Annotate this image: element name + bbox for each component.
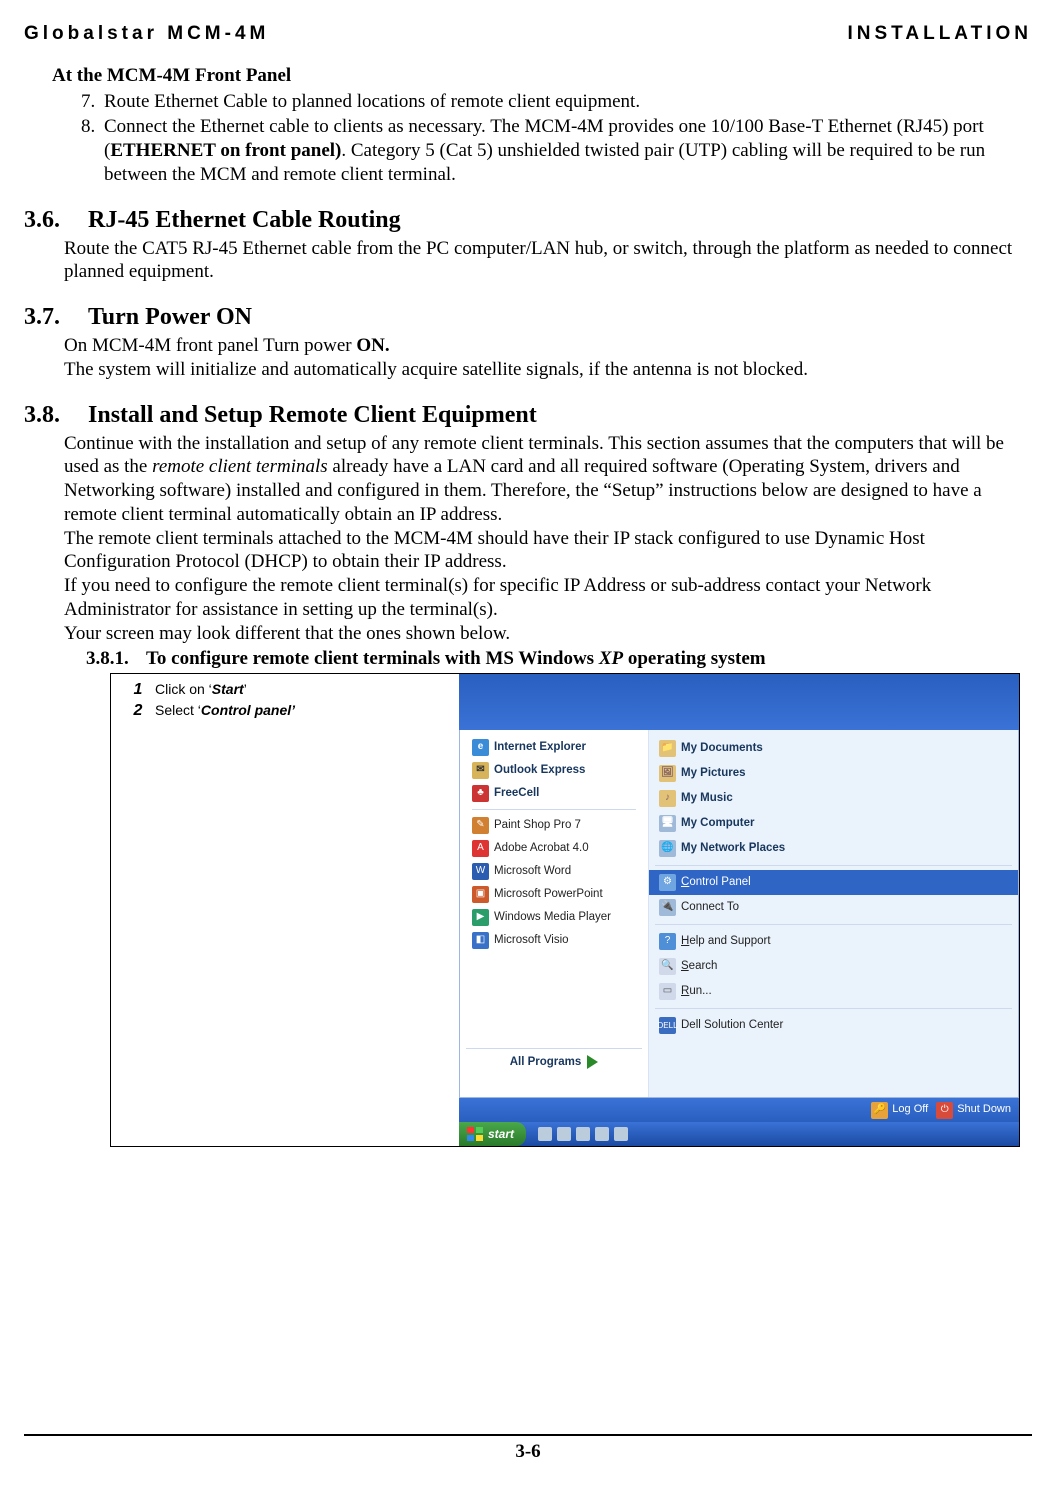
list-item: Connect the Ethernet cable to clients as… xyxy=(100,115,1022,186)
control-panel[interactable]: ⚙Control Panel xyxy=(649,870,1018,895)
step-figure: 1 Click on ‘Start’ 2 Select ‘Control pan… xyxy=(110,673,1020,1147)
app-visio[interactable]: ◧Microsoft Visio xyxy=(466,929,642,952)
word-icon: W xyxy=(472,863,489,880)
my-pictures[interactable]: 🖼My Pictures xyxy=(649,761,1018,786)
app-freecell[interactable]: ♣FreeCell xyxy=(466,782,642,805)
computer-icon: 🖥 xyxy=(659,815,676,832)
run[interactable]: ▭Run... xyxy=(649,979,1018,1004)
control-panel-icon: ⚙ xyxy=(659,874,676,891)
connect-to[interactable]: 🔌Connect To xyxy=(649,895,1018,920)
app-word[interactable]: WMicrosoft Word xyxy=(466,860,642,883)
step-row: 1 Click on ‘Start’ xyxy=(121,680,449,700)
quick-launch xyxy=(538,1127,628,1141)
start-button[interactable]: start xyxy=(459,1122,526,1146)
my-network[interactable]: 🌐My Network Places xyxy=(649,836,1018,861)
help-support[interactable]: ?Help and Support xyxy=(649,929,1018,954)
ie-icon: e xyxy=(472,739,489,756)
app-wmp[interactable]: ▶Windows Media Player xyxy=(466,906,642,929)
outlook-icon: ✉ xyxy=(472,762,489,779)
windows-flag-icon xyxy=(467,1127,483,1141)
section-3-7: 3.7.Turn Power ON xyxy=(24,302,1032,332)
logoff-button[interactable]: 🔑Log Off xyxy=(871,1102,928,1119)
tray-icon[interactable] xyxy=(614,1127,628,1141)
page-number: 3-6 xyxy=(24,1434,1032,1464)
dell-icon: DELL xyxy=(659,1017,676,1034)
section-3-8-body: Continue with the installation and setup… xyxy=(64,432,1022,646)
folder-icon: 📁 xyxy=(659,740,676,757)
pictures-icon: 🖼 xyxy=(659,765,676,782)
app-acrobat[interactable]: AAdobe Acrobat 4.0 xyxy=(466,837,642,860)
tray-icon[interactable] xyxy=(557,1127,571,1141)
network-icon: 🌐 xyxy=(659,840,676,857)
app-powerpoint[interactable]: ▣Microsoft PowerPoint xyxy=(466,883,642,906)
search-icon: 🔍 xyxy=(659,958,676,975)
my-music[interactable]: ♪My Music xyxy=(649,786,1018,811)
tray-icon[interactable] xyxy=(576,1127,590,1141)
front-panel-steps: Route Ethernet Cable to planned location… xyxy=(52,90,1022,187)
app-internet-explorer[interactable]: eInternet Explorer xyxy=(466,736,642,759)
step-row: 2 Select ‘Control panel’ xyxy=(121,701,449,721)
section-3-6: 3.6.RJ-45 Ethernet Cable Routing xyxy=(24,205,1032,235)
search[interactable]: 🔍Search xyxy=(649,954,1018,979)
shutdown-icon: ⏻ xyxy=(936,1102,953,1119)
start-menu-screenshot: eInternet Explorer ✉Outlook Express ♣Fre… xyxy=(459,674,1019,1146)
my-documents[interactable]: 📁My Documents xyxy=(649,736,1018,761)
section-3-6-body: Route the CAT5 RJ-45 Ethernet cable from… xyxy=(64,237,1022,285)
doc-section: INSTALLATION xyxy=(848,22,1033,46)
freecell-icon: ♣ xyxy=(472,785,489,802)
pdf-icon: A xyxy=(472,840,489,857)
connect-icon: 🔌 xyxy=(659,899,676,916)
section-3-7-body: On MCM-4M front panel Turn power ON. The… xyxy=(64,334,1022,382)
app-outlook-express[interactable]: ✉Outlook Express xyxy=(466,759,642,782)
logoff-icon: 🔑 xyxy=(871,1102,888,1119)
section-3-8-1: 3.8.1.To configure remote client termina… xyxy=(86,647,1032,671)
help-icon: ? xyxy=(659,933,676,950)
start-menu-banner xyxy=(459,674,1019,731)
run-icon: ▭ xyxy=(659,983,676,1000)
visio-icon: ◧ xyxy=(472,932,489,949)
music-icon: ♪ xyxy=(659,790,676,807)
app-psp[interactable]: ✎Paint Shop Pro 7 xyxy=(466,814,642,837)
my-computer[interactable]: 🖥My Computer xyxy=(649,811,1018,836)
front-panel-title: At the MCM-4M Front Panel xyxy=(52,64,1032,88)
wmp-icon: ▶ xyxy=(472,909,489,926)
doc-product: Globalstar MCM-4M xyxy=(24,22,269,46)
dell-solution[interactable]: DELLDell Solution Center xyxy=(649,1013,1018,1038)
tray-icon[interactable] xyxy=(538,1127,552,1141)
taskbar: start xyxy=(459,1122,1019,1146)
list-item: Route Ethernet Cable to planned location… xyxy=(100,90,1022,114)
all-programs[interactable]: All Programs xyxy=(466,1048,642,1077)
psp-icon: ✎ xyxy=(472,817,489,834)
shutdown-button[interactable]: ⏻Shut Down xyxy=(936,1102,1011,1119)
ppt-icon: ▣ xyxy=(472,886,489,903)
start-menu-places: 📁My Documents 🖼My Pictures ♪My Music 🖥My… xyxy=(649,730,1018,1097)
start-menu-programs: eInternet Explorer ✉Outlook Express ♣Fre… xyxy=(460,730,649,1097)
arrow-right-icon xyxy=(587,1055,598,1069)
tray-icon[interactable] xyxy=(595,1127,609,1141)
section-3-8: 3.8.Install and Setup Remote Client Equi… xyxy=(24,400,1032,430)
